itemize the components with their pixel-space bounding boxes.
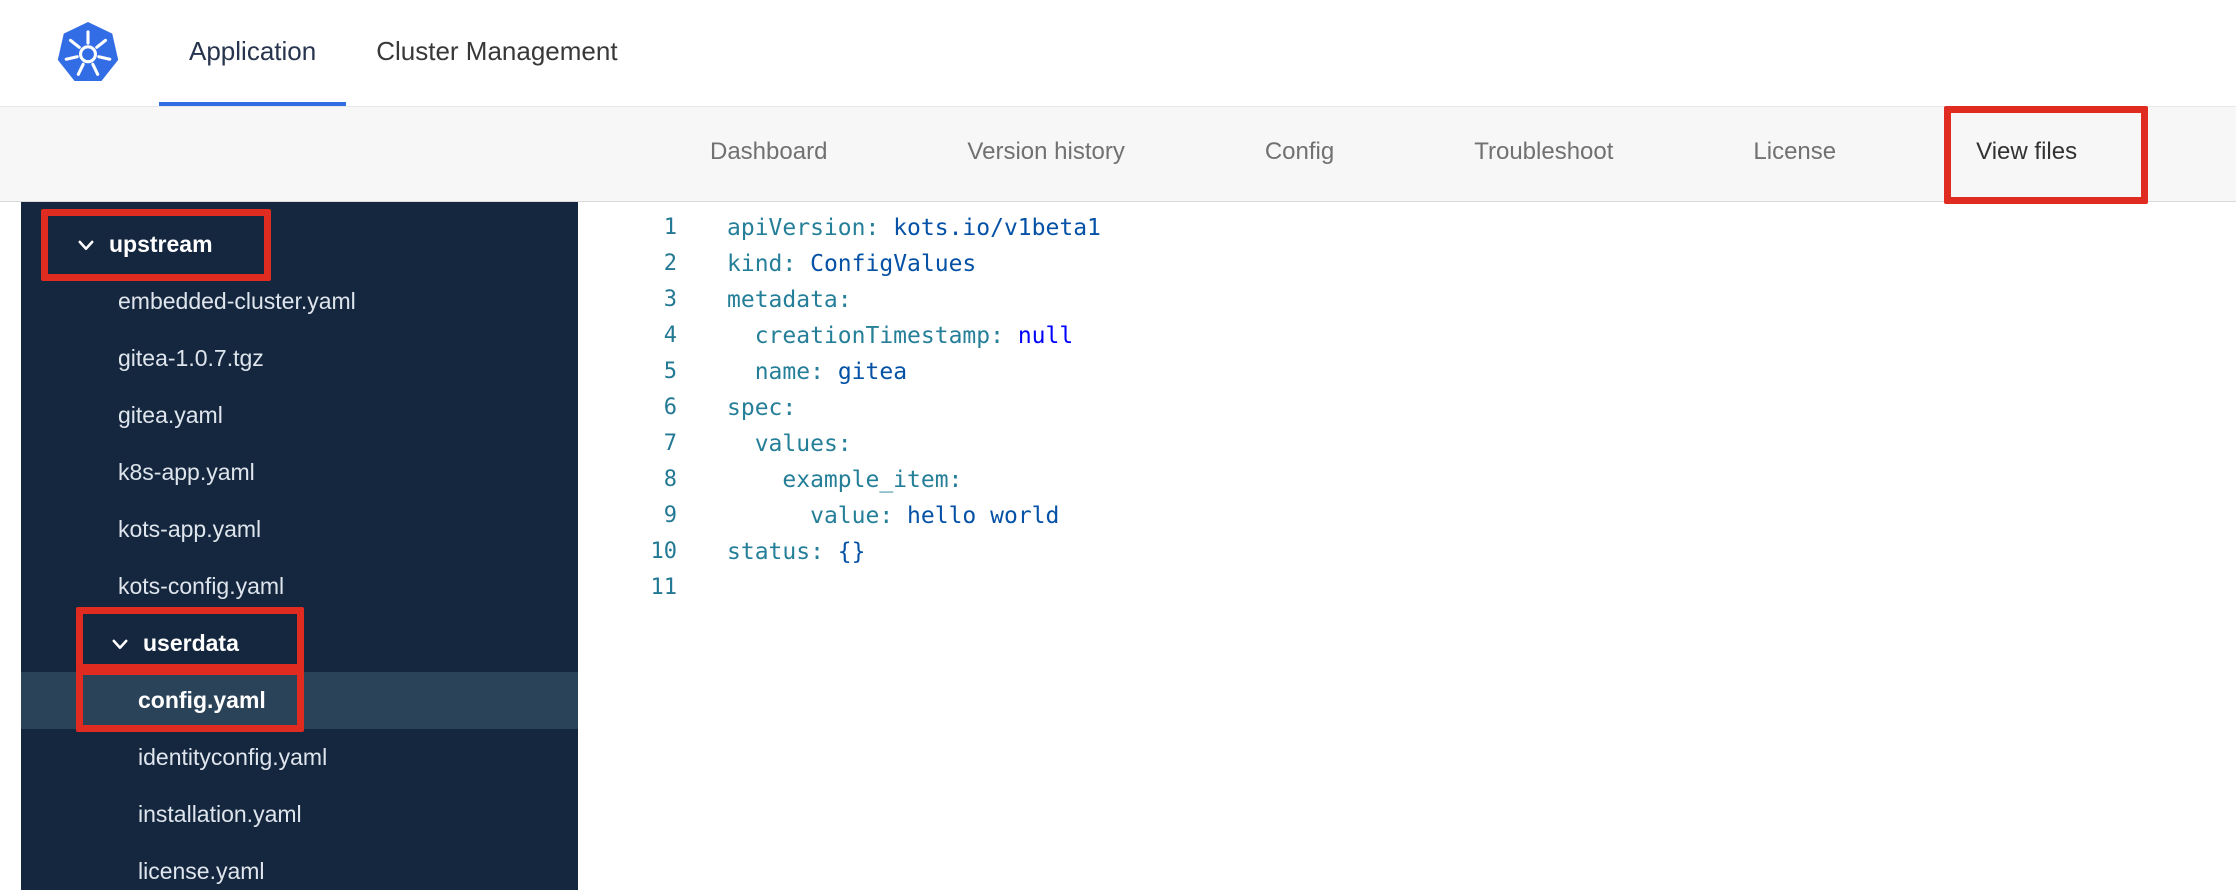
code-line: 10 status: {}: [578, 534, 2236, 570]
tab-view-files[interactable]: View files: [1976, 107, 2078, 201]
folder-label: upstream: [109, 231, 213, 257]
code-line: 2 kind: ConfigValues: [578, 246, 2236, 282]
line-number: 1: [663, 215, 677, 240]
code-text: creationTimestamp: null: [754, 323, 1074, 349]
tree-file-kots-config-yaml[interactable]: kots-config.yaml: [21, 558, 578, 615]
tree-file-config-yaml[interactable]: config.yaml: [21, 672, 578, 729]
tab-config[interactable]: Config: [1265, 107, 1334, 201]
code-line: 7 values:: [578, 426, 2236, 462]
tree-folder-upstream[interactable]: upstream: [21, 216, 578, 273]
kubernetes-logo: [57, 22, 119, 84]
tree-file-embedded-cluster-yaml[interactable]: embedded-cluster.yaml: [21, 273, 578, 330]
editor-lines: 1 apiVersion: kots.io/v1beta1 2 kind: Confi…: [578, 210, 2236, 606]
tree-file-k8s-app-yaml[interactable]: k8s-app.yaml: [21, 444, 578, 501]
tab-dashboard[interactable]: Dashboard: [710, 107, 827, 201]
code-line: 6 spec:: [578, 390, 2236, 426]
app-header: Application Cluster Management: [0, 0, 2236, 107]
code-text: status: {}: [727, 539, 866, 565]
code-line: 3 metadata:: [578, 282, 2236, 318]
code-line: 5 name: gitea: [578, 354, 2236, 390]
tree-file-identityconfig-yaml[interactable]: identityconfig.yaml: [21, 729, 578, 786]
tree-file-license-yaml[interactable]: license.yaml: [21, 843, 578, 890]
app-subnav: Dashboard Version history Config Troublesho…: [0, 107, 2236, 202]
tab-license[interactable]: License: [1753, 107, 1836, 201]
tab-version-history[interactable]: Version history: [967, 107, 1124, 201]
code-line: 9 value: hello world: [578, 498, 2236, 534]
line-number: 9: [663, 503, 677, 528]
tree-file-gitea-1-0-7-tgz[interactable]: gitea-1.0.7.tgz: [21, 330, 578, 387]
line-number: 8: [663, 467, 677, 492]
code-text: metadata:: [727, 287, 852, 313]
code-text: kind: ConfigValues: [727, 251, 977, 277]
code-text: spec:: [727, 395, 797, 421]
code-line: 11: [578, 570, 2236, 606]
code-text: apiVersion: kots.io/v1beta1: [727, 215, 1101, 241]
tab-troubleshoot[interactable]: Troubleshoot: [1474, 107, 1613, 201]
line-number: 6: [663, 395, 677, 420]
tree-file-installation-yaml[interactable]: installation.yaml: [21, 786, 578, 843]
tree-file-gitea-yaml[interactable]: gitea.yaml: [21, 387, 578, 444]
line-number: 2: [663, 251, 677, 276]
line-number: 5: [663, 359, 677, 384]
line-number: 4: [663, 323, 677, 348]
chevron-down-icon: [75, 234, 97, 256]
code-text: name: gitea: [754, 359, 908, 385]
code-text: values:: [754, 431, 852, 457]
tree-file-kots-app-yaml[interactable]: kots-app.yaml: [21, 501, 578, 558]
file-tree-sidebar: upstream embedded-cluster.yaml gitea-1.0.7…: [21, 202, 578, 890]
line-number: 10: [650, 539, 678, 564]
line-number: 3: [663, 287, 677, 312]
header-tab-cluster-management[interactable]: Cluster Management: [346, 0, 647, 106]
header-tabs: Application Cluster Management: [159, 0, 648, 106]
code-line: 8 example_item:: [578, 462, 2236, 498]
code-text: value: hello world: [810, 503, 1060, 529]
code-line: 1 apiVersion: kots.io/v1beta1: [578, 210, 2236, 246]
folder-label: userdata: [143, 630, 239, 656]
tree-folder-userdata[interactable]: userdata: [21, 615, 578, 672]
file-viewer-editor[interactable]: 1 apiVersion: kots.io/v1beta1 2 kind: Confi…: [578, 202, 2236, 890]
code-text: example_item:: [782, 467, 963, 493]
line-number: 11: [650, 575, 678, 600]
chevron-down-icon: [109, 633, 131, 655]
header-tab-application[interactable]: Application: [159, 0, 347, 106]
code-line: 4 creationTimestamp: null: [578, 318, 2236, 354]
line-number: 7: [663, 431, 677, 456]
kots-admin-console: Application Cluster Management Dashboard V…: [0, 0, 2236, 890]
